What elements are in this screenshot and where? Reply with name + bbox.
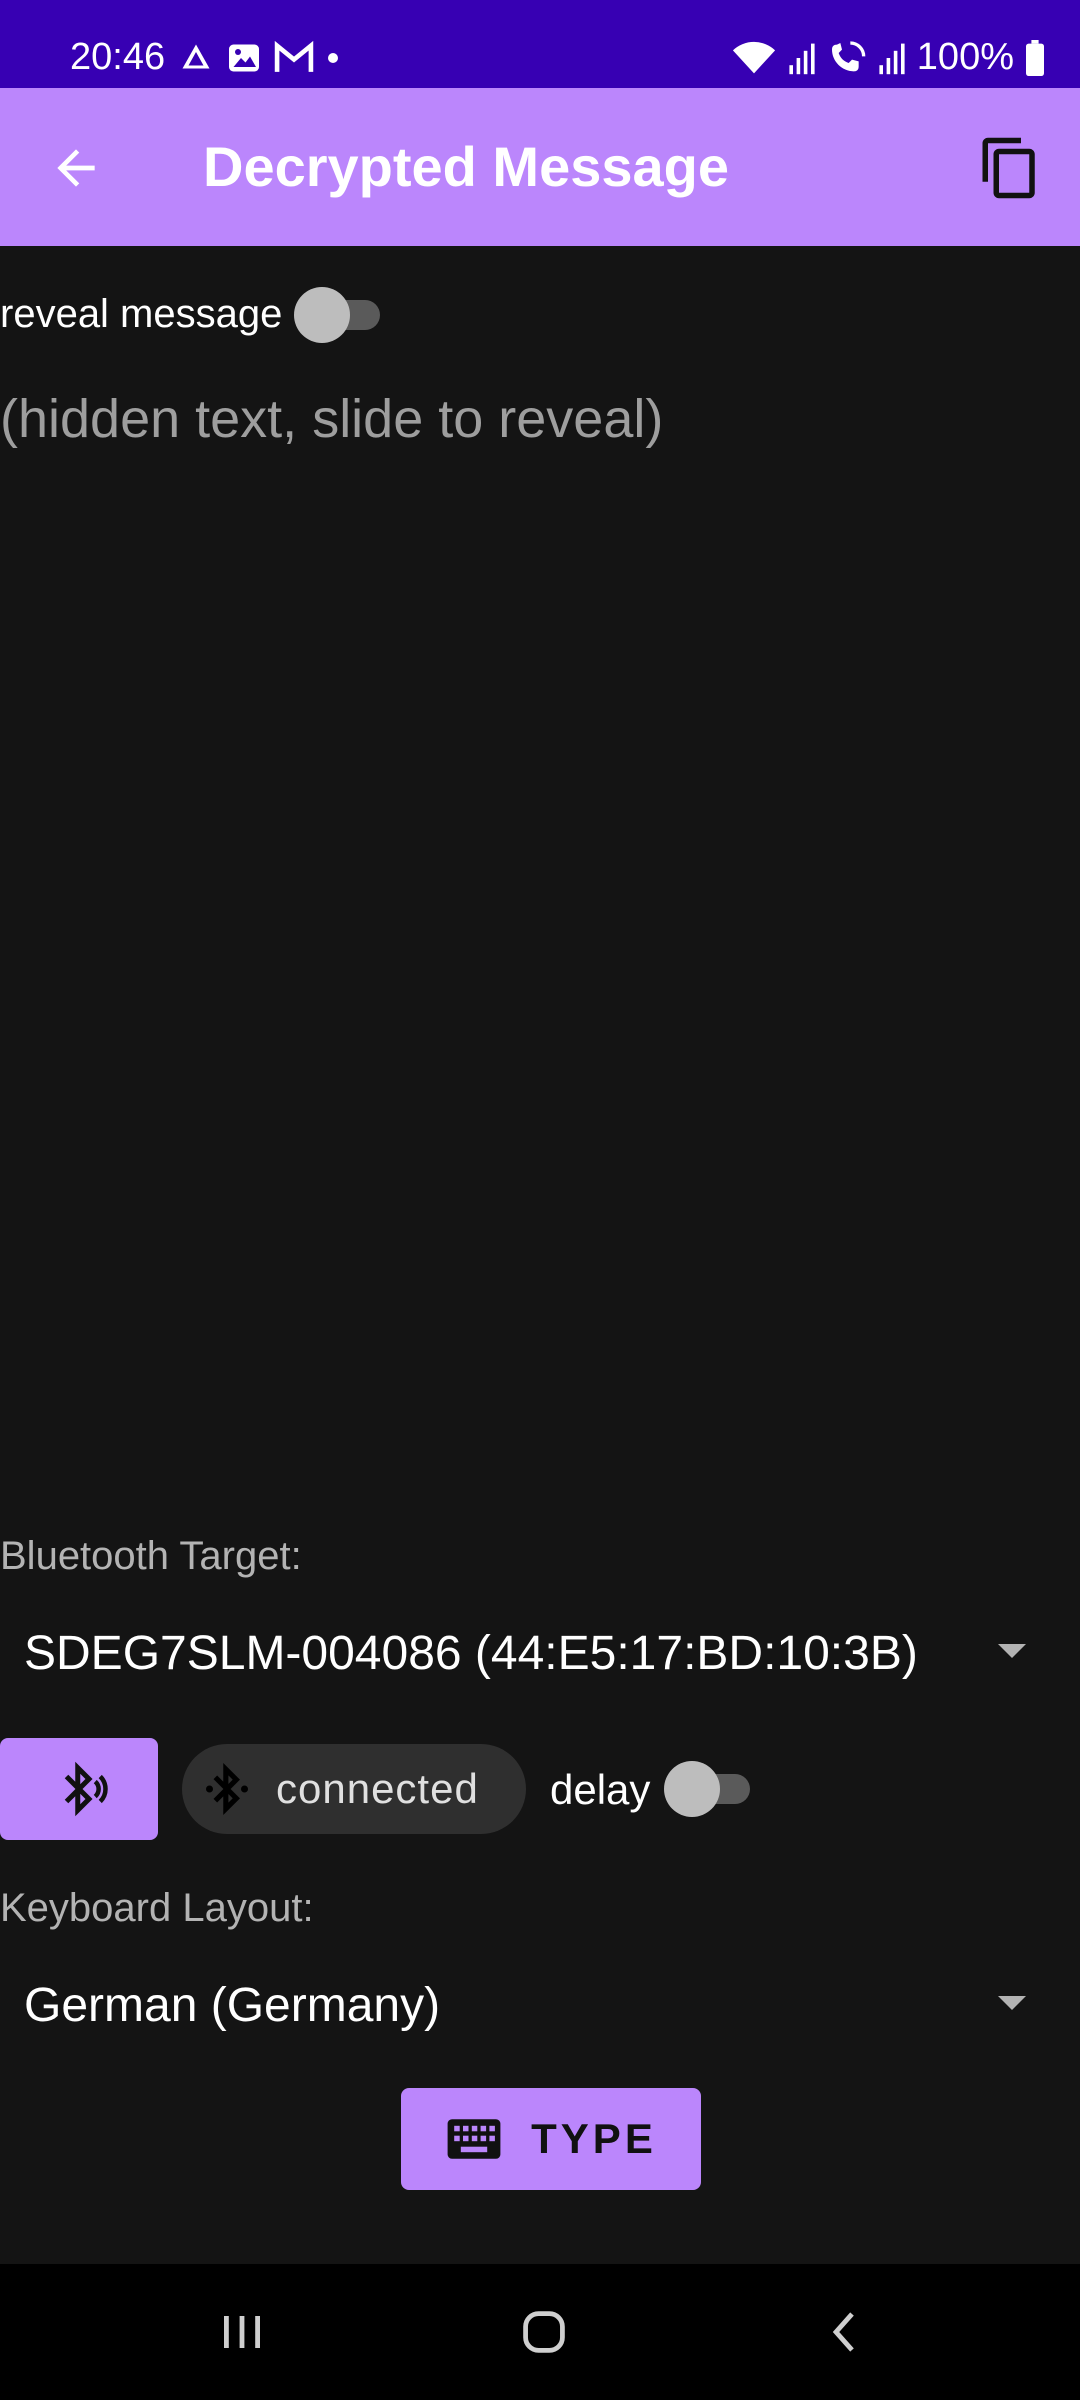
page-title: Decrypted Message: [203, 135, 730, 198]
bluetooth-controls-row: connected delay: [0, 1736, 1080, 1840]
wifi-calling-icon: [831, 40, 866, 71]
app-bar: Decrypted Message: [0, 88, 1080, 246]
delay-label: delay: [550, 1766, 651, 1813]
switch-thumb: [294, 287, 351, 343]
back-nav-icon: [832, 2312, 854, 2352]
wifi-icon: [732, 41, 775, 73]
recent-apps-button[interactable]: [192, 2292, 292, 2372]
delay-switch[interactable]: [660, 1756, 756, 1820]
bluetooth-connect-button[interactable]: [0, 1738, 158, 1840]
type-button[interactable]: TYPE: [401, 2088, 701, 2190]
battery-percent: 100%: [916, 36, 1014, 78]
notification-dot-icon: [328, 53, 338, 63]
keyboard-layout-dropdown[interactable]: German (Germany): [0, 1958, 1080, 2054]
keyboard-layout-value: German (Germany): [24, 1979, 441, 2032]
gallery-icon: [229, 44, 259, 72]
reveal-row: reveal message: [0, 282, 386, 346]
reveal-message-switch[interactable]: [290, 282, 386, 346]
gmail-icon: [274, 40, 314, 72]
arrow-back-icon: [57, 149, 95, 187]
type-button-label: TYPE: [531, 2115, 657, 2162]
back-button[interactable]: [40, 132, 112, 204]
bluetooth-target-value: SDEG7SLM-004086 (44:E5:17:BD:10:3B): [24, 1627, 918, 1680]
hidden-message-text: (hidden text, slide to reveal): [0, 389, 664, 449]
status-system-icons: 100%: [731, 36, 1046, 79]
keyboard-layout-label: Keyboard Layout:: [0, 1886, 314, 1930]
reveal-message-label: reveal message: [0, 291, 283, 336]
status-bar: 20:46 100%: [0, 0, 1080, 88]
dropdown-arrow-icon: [998, 1644, 1026, 1658]
bluetooth-searching-icon: [64, 1761, 108, 1817]
dropdown-arrow-icon: [998, 1996, 1026, 2010]
status-notification-icons: [178, 40, 340, 76]
home-button[interactable]: [494, 2292, 594, 2372]
keyboard-icon: [447, 2119, 501, 2159]
recent-apps-icon: [224, 2316, 260, 2348]
bluetooth-connected-icon: [198, 1760, 256, 1818]
copy-button[interactable]: [970, 128, 1050, 208]
bluetooth-target-label: Bluetooth Target:: [0, 1534, 302, 1578]
home-icon: [523, 2311, 565, 2353]
connection-status-chip: connected: [182, 1744, 526, 1834]
signal-icon: [789, 43, 815, 74]
switch-thumb: [664, 1761, 720, 1817]
system-nav-bar: [0, 2264, 1080, 2400]
copy-icon: [982, 137, 1035, 199]
signal-icon-2: [879, 43, 905, 74]
drive-icon: [182, 44, 210, 69]
bluetooth-target-dropdown[interactable]: SDEG7SLM-004086 (44:E5:17:BD:10:3B): [0, 1606, 1080, 1702]
status-time: 20:46: [70, 36, 166, 78]
battery-icon: [1026, 39, 1044, 76]
back-nav-button[interactable]: [796, 2292, 896, 2372]
connection-status-text: connected: [276, 1765, 479, 1812]
